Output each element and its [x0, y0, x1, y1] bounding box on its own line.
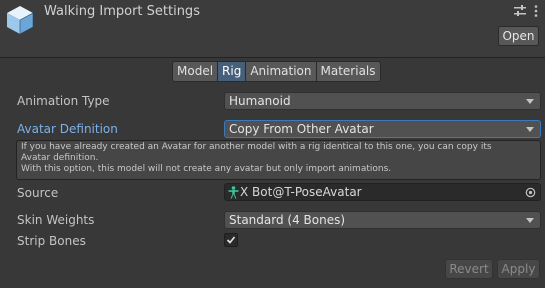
- skin-weights-value: Standard (4 Bones): [229, 213, 346, 227]
- help-text-line: If you have already created an Avatar fo…: [21, 142, 492, 152]
- chevron-down-icon: [526, 99, 534, 104]
- source-object-field[interactable]: X Bot@T-PoseAvatar: [224, 183, 541, 201]
- sliders-icon[interactable]: [513, 3, 527, 19]
- import-tabs: Model Rig Animation Materials: [172, 61, 381, 82]
- animation-type-label: Animation Type: [17, 94, 110, 108]
- animation-type-value: Humanoid: [229, 94, 291, 108]
- tab-materials[interactable]: Materials: [315, 61, 381, 82]
- help-box: If you have already created an Avatar fo…: [16, 140, 541, 180]
- tab-rig[interactable]: Rig: [217, 61, 247, 82]
- tab-model[interactable]: Model: [172, 61, 219, 82]
- avatar-definition-dropdown[interactable]: Copy From Other Avatar: [224, 120, 541, 138]
- help-text-line: Avatar definition.: [21, 153, 99, 163]
- checkmark-icon: [226, 236, 236, 244]
- chevron-down-icon: [526, 127, 534, 132]
- source-label: Source: [17, 186, 59, 200]
- animation-type-dropdown[interactable]: Humanoid: [224, 92, 541, 110]
- chevron-down-icon: [526, 218, 534, 223]
- skin-weights-label: Skin Weights: [17, 213, 95, 227]
- avatar-definition-value: Copy From Other Avatar: [229, 122, 374, 136]
- skin-weights-dropdown[interactable]: Standard (4 Bones): [224, 211, 541, 229]
- revert-button[interactable]: Revert: [445, 259, 493, 279]
- strip-bones-checkbox[interactable]: [224, 233, 238, 247]
- avatar-definition-label: Avatar Definition: [17, 122, 118, 136]
- kebab-menu-icon[interactable]: [529, 3, 543, 19]
- apply-button[interactable]: Apply: [497, 259, 540, 279]
- inspector-header: Walking Import Settings Open: [0, 0, 545, 58]
- window-title: Walking Import Settings: [44, 4, 200, 19]
- model-prefab-icon: [7, 6, 34, 35]
- strip-bones-label: Strip Bones: [17, 234, 86, 248]
- help-text-line: With this option, this model will not cr…: [21, 164, 392, 174]
- avatar-figure-icon: [228, 186, 239, 199]
- object-picker-icon[interactable]: [525, 187, 536, 198]
- source-value: X Bot@T-PoseAvatar: [240, 185, 362, 199]
- open-button[interactable]: Open: [498, 26, 539, 46]
- tab-animation[interactable]: Animation: [245, 61, 317, 82]
